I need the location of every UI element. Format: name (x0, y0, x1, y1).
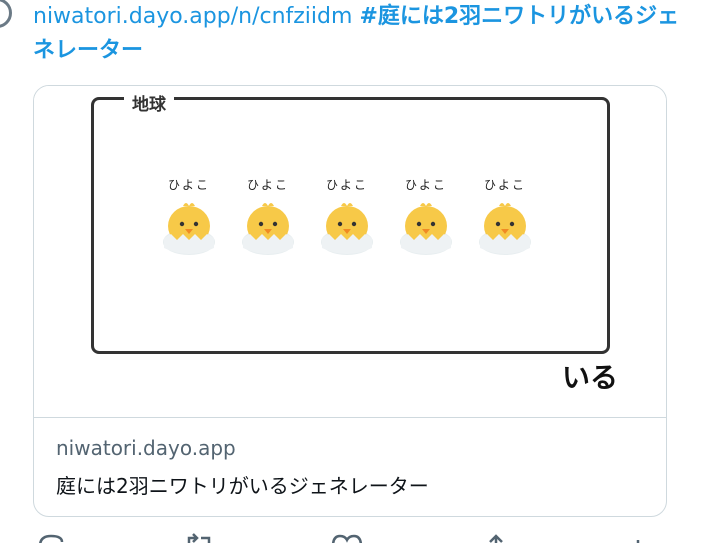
chick-label: ひよこ (404, 178, 447, 192)
card-image: 地球 ひよこ ひよこ ひよこ ひよこ ひよこ いる (34, 86, 666, 418)
chick-label: ひよこ (246, 178, 289, 192)
link-preview-card[interactable]: 地球 ひよこ ひよこ ひよこ ひよこ ひよこ いる niwatori.dayo.… (33, 85, 667, 517)
reply-icon[interactable] (36, 528, 66, 543)
chick-item: ひよこ (238, 176, 298, 256)
tweet-text: niwatori.dayo.app/n/cnfziidm #庭には2羽ニワトリが… (33, 0, 683, 68)
chick-item: ひよこ (317, 176, 377, 256)
chick-item: ひよこ (475, 176, 535, 256)
avatar[interactable] (0, 0, 12, 28)
retweet-icon[interactable] (183, 528, 217, 543)
share-icon[interactable] (484, 528, 508, 543)
chick-item: ひよこ (159, 176, 219, 256)
chick-icon (479, 203, 531, 255)
chick-label: ひよこ (325, 178, 368, 192)
chick-icon (321, 203, 373, 255)
like-icon[interactable] (330, 528, 370, 543)
suffix-label: いる (562, 361, 619, 394)
chick-icon (400, 203, 452, 255)
tweet-link[interactable]: niwatori.dayo.app/n/cnfziidm (33, 4, 352, 29)
chick-icon (163, 203, 215, 255)
chick-label: ひよこ (483, 178, 526, 192)
chick-item: ひよこ (396, 176, 456, 256)
chick-label: ひよこ (167, 178, 210, 192)
card-footer: niwatori.dayo.app 庭には2羽ニワトリがいるジェネレーター (34, 418, 666, 516)
earth-label: 地球 (124, 90, 174, 115)
card-domain: niwatori.dayo.app (56, 436, 236, 460)
card-title: 庭には2羽ニワトリがいるジェネレーター (56, 474, 429, 498)
chick-icon (242, 203, 294, 255)
action-bar (0, 528, 703, 543)
tweet-view: niwatori.dayo.app/n/cnfziidm #庭には2羽ニワトリが… (0, 0, 703, 543)
more-icon[interactable] (628, 528, 648, 543)
